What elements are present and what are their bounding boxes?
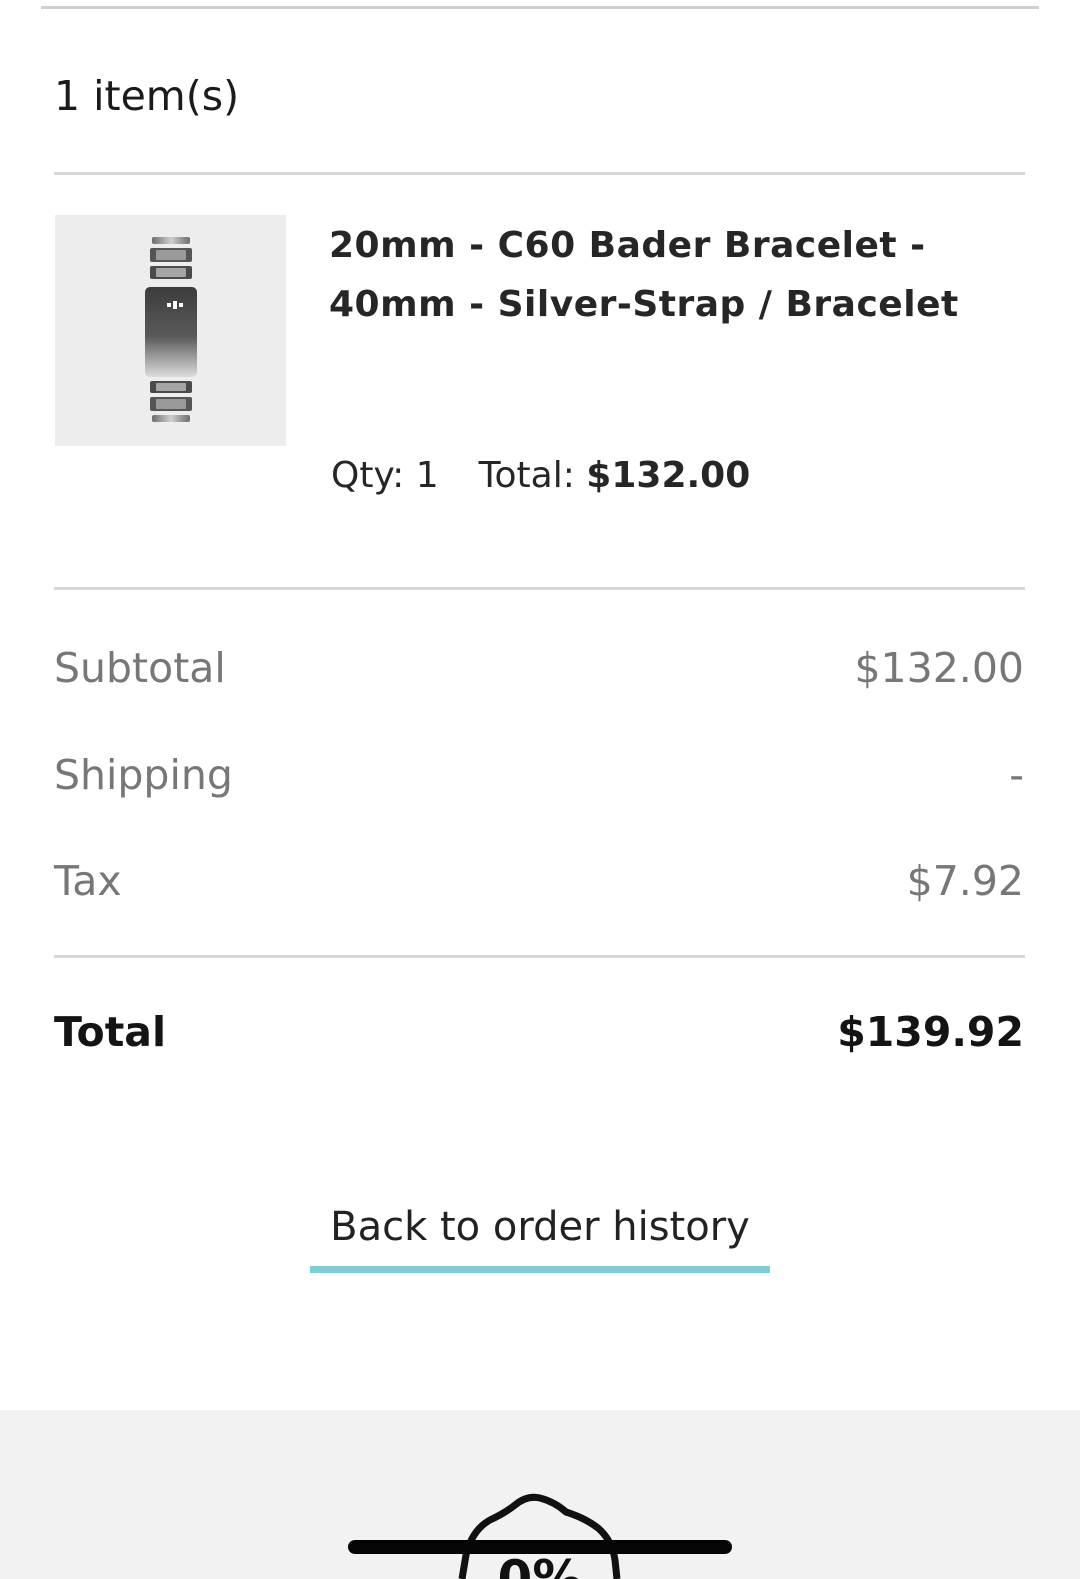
back-to-order-history-link[interactable]: Back to order history (310, 1200, 770, 1273)
total-divider (54, 955, 1025, 958)
line-total-value: $132.00 (586, 455, 751, 496)
line-total-label: Total: (478, 455, 575, 496)
line-item-meta: Qty: 1 Total: $132.00 (331, 450, 750, 502)
badge-text: 0% (498, 1550, 583, 1579)
tax-value: $7.92 (906, 857, 1024, 905)
product-name[interactable]: 20mm - C60 Bader Bracelet - 40mm - Silve… (329, 216, 989, 334)
subtotal-label: Subtotal (54, 644, 226, 692)
home-indicator[interactable] (348, 1540, 732, 1554)
shipping-row: Shipping - (54, 745, 1024, 805)
order-total-label: Total (54, 1008, 167, 1056)
bracelet-image (145, 237, 197, 422)
subtotal-row: Subtotal $132.00 (54, 638, 1024, 698)
items-divider (54, 172, 1025, 175)
tax-row: Tax $7.92 (54, 851, 1024, 911)
items-count-heading: 1 item(s) (54, 72, 240, 120)
quantity-label: Qty: 1 (331, 455, 439, 496)
shipping-label: Shipping (54, 751, 233, 799)
tax-label: Tax (54, 857, 122, 905)
product-thumbnail[interactable] (55, 215, 286, 446)
order-total-row: Total $139.92 (54, 1002, 1024, 1062)
top-divider (41, 6, 1039, 9)
summary-divider (54, 587, 1025, 590)
order-total-value: $139.92 (837, 1008, 1024, 1056)
shipping-value: - (1009, 751, 1024, 799)
subtotal-value: $132.00 (854, 644, 1024, 692)
